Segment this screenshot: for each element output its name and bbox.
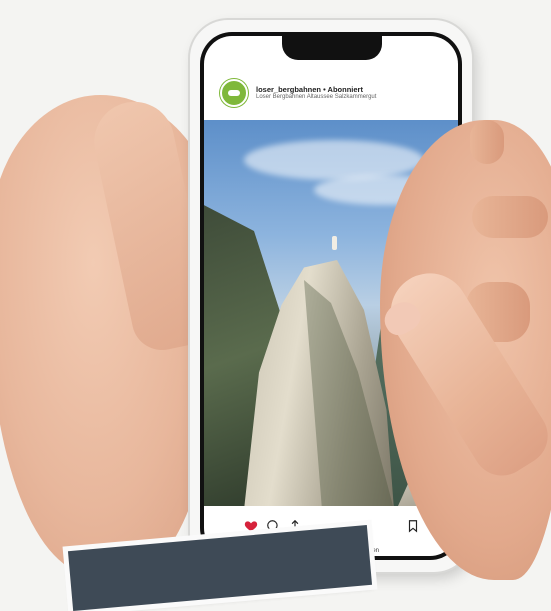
bookmark-icon[interactable] <box>404 517 422 535</box>
account-name[interactable]: loser_bergbahnen • Abonniert <box>256 85 376 94</box>
phone-notch <box>282 36 382 60</box>
avatar[interactable] <box>220 79 248 107</box>
heart-icon[interactable] <box>242 517 260 535</box>
logo-icon <box>228 90 240 96</box>
post-header: loser_bergbahnen • Abonniert Loser Bergb… <box>204 70 458 116</box>
post-location[interactable]: Loser Bergbahnen Altaussee Salzkammergut <box>256 94 376 102</box>
person-on-summit <box>332 236 337 250</box>
